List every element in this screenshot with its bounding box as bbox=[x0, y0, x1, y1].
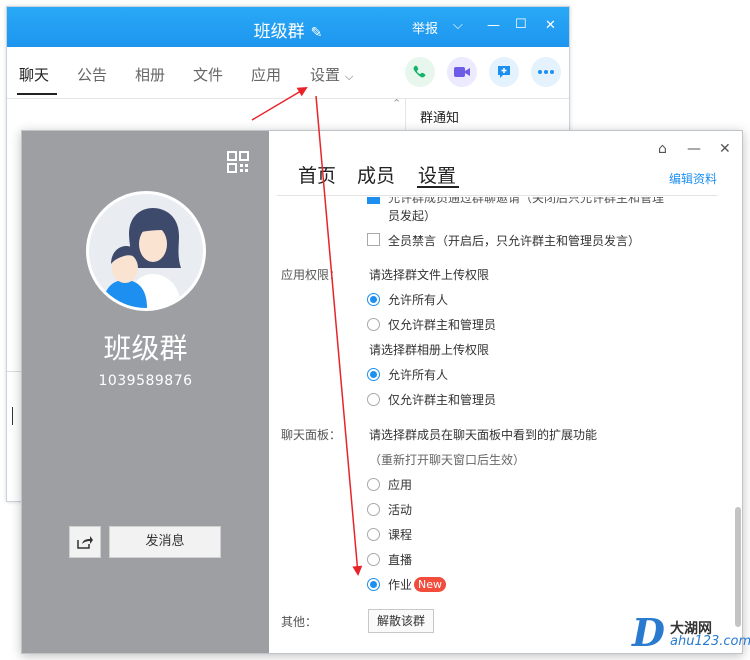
invite-option-label-cont: 员发起） bbox=[388, 209, 437, 223]
active-tab-underline bbox=[417, 186, 459, 188]
edit-profile-link[interactable]: 编辑资料 bbox=[669, 170, 717, 187]
panel-app-radio[interactable] bbox=[367, 478, 380, 491]
report-link[interactable]: 举报 bbox=[412, 18, 438, 37]
tab-members[interactable]: 成员 bbox=[357, 161, 395, 188]
send-message-button[interactable]: 发消息 bbox=[109, 526, 221, 558]
close-icon[interactable]: ✕ bbox=[545, 18, 556, 33]
file-upload-admin-radio[interactable] bbox=[367, 318, 380, 331]
tab-album[interactable]: 相册 bbox=[135, 64, 165, 85]
invite-checkbox[interactable] bbox=[367, 197, 380, 204]
chat-panel-label: 聊天面板： bbox=[281, 428, 342, 442]
file-upload-all-label: 允许所有人 bbox=[388, 293, 449, 307]
chat-panel-note: （重新打开聊天窗口后生效） bbox=[369, 453, 526, 467]
app-permission-label: 应用权限： bbox=[281, 268, 342, 282]
album-upload-all-label: 允许所有人 bbox=[388, 368, 449, 382]
tab-files[interactable]: 文件 bbox=[193, 64, 223, 85]
watermark-letter: D bbox=[632, 610, 665, 655]
video-call-button[interactable] bbox=[447, 57, 477, 87]
group-profile-window: 班级群 1039589876 发消息 ⌂ — ✕ 首页 成员 设置 编辑资料 允… bbox=[21, 130, 743, 654]
dissolve-group-button[interactable]: 解散该群 bbox=[368, 609, 434, 633]
mute-all-checkbox[interactable] bbox=[367, 233, 380, 246]
tab-chat[interactable]: 聊天 bbox=[19, 64, 49, 85]
chevron-down-icon: ⌵ bbox=[345, 70, 354, 83]
active-tab-underline bbox=[17, 93, 57, 95]
tab-settings[interactable]: 设置 ⌵ bbox=[310, 64, 353, 85]
panel-live-radio[interactable] bbox=[367, 553, 380, 566]
file-upload-admin-label: 仅允许群主和管理员 bbox=[388, 318, 497, 332]
settings-content: 允许群成员通过群聊邀请（关闭后只允许群主和管理 员发起） 全员禁言（开启后，只允… bbox=[269, 197, 733, 649]
tab-announcement[interactable]: 公告 bbox=[77, 64, 107, 85]
album-upload-title: 请选择群相册上传权限 bbox=[369, 343, 490, 357]
scrollbar-thumb[interactable] bbox=[735, 507, 741, 627]
chat-title: 班级群 bbox=[253, 22, 305, 42]
minimize-icon[interactable]: — bbox=[687, 141, 701, 157]
watermark-logo: D 大湖网 ahu123.com bbox=[632, 610, 750, 655]
chevron-down-icon[interactable]: ⌵ bbox=[453, 18, 463, 33]
chat-panel-desc: 请选择群成员在聊天面板中看到的扩展功能 bbox=[369, 428, 598, 442]
group-avatar[interactable] bbox=[86, 191, 206, 311]
file-upload-title: 请选择群文件上传权限 bbox=[369, 268, 490, 282]
panel-course-label: 课程 bbox=[388, 528, 413, 542]
chat-title-bar: 班级群 ✎ 举报 ⌵ — ☐ ✕ bbox=[7, 7, 569, 47]
minimize-icon[interactable]: — bbox=[487, 18, 500, 33]
panel-homework-label: 作业 bbox=[388, 578, 413, 592]
edit-pencil-icon[interactable]: ✎ bbox=[311, 25, 323, 41]
add-comment-button[interactable] bbox=[489, 57, 519, 87]
maximize-icon[interactable]: ☐ bbox=[515, 17, 527, 32]
panel-activity-radio[interactable] bbox=[367, 503, 380, 516]
chat-tabs: 聊天 公告 相册 文件 应用 设置 ⌵ bbox=[7, 47, 569, 99]
panel-live-label: 直播 bbox=[388, 553, 413, 567]
text-cursor bbox=[12, 407, 13, 425]
qr-code-icon[interactable] bbox=[227, 151, 249, 173]
album-upload-admin-label: 仅允许群主和管理员 bbox=[388, 393, 497, 407]
invite-option-label: 允许群成员通过群聊邀请（关闭后只允许群主和管理 bbox=[388, 197, 665, 205]
group-notice-title: 群通知 bbox=[420, 111, 460, 126]
panel-course-radio[interactable] bbox=[367, 528, 380, 541]
panel-homework-radio[interactable] bbox=[367, 578, 380, 591]
group-id: 1039589876 bbox=[98, 373, 193, 389]
profile-sidebar: 班级群 1039589876 发消息 bbox=[22, 131, 269, 653]
collapse-icon[interactable]: ⌃ bbox=[392, 97, 401, 110]
album-upload-admin-radio[interactable] bbox=[367, 393, 380, 406]
more-icon[interactable] bbox=[531, 57, 561, 87]
skin-icon[interactable]: ⌂ bbox=[658, 141, 667, 157]
group-name: 班级群 bbox=[103, 332, 188, 365]
tab-settings[interactable]: 设置 bbox=[418, 161, 456, 188]
tab-home[interactable]: 首页 bbox=[298, 161, 336, 188]
mute-all-label: 全员禁言（开启后，只允许群主和管理员发言） bbox=[388, 234, 641, 248]
share-button[interactable] bbox=[69, 526, 101, 558]
watermark-url: ahu123.com bbox=[670, 634, 750, 649]
close-icon[interactable]: ✕ bbox=[719, 141, 731, 157]
file-upload-all-radio[interactable] bbox=[367, 293, 380, 306]
panel-activity-label: 活动 bbox=[388, 503, 413, 517]
new-badge: New bbox=[414, 577, 447, 592]
album-upload-all-radio[interactable] bbox=[367, 368, 380, 381]
panel-app-label: 应用 bbox=[388, 478, 413, 492]
panel-homework-item: 作业 New bbox=[388, 576, 447, 593]
voice-call-button[interactable] bbox=[405, 57, 435, 87]
divider bbox=[277, 195, 717, 196]
tab-apps[interactable]: 应用 bbox=[251, 64, 281, 85]
other-label: 其他： bbox=[281, 615, 318, 629]
